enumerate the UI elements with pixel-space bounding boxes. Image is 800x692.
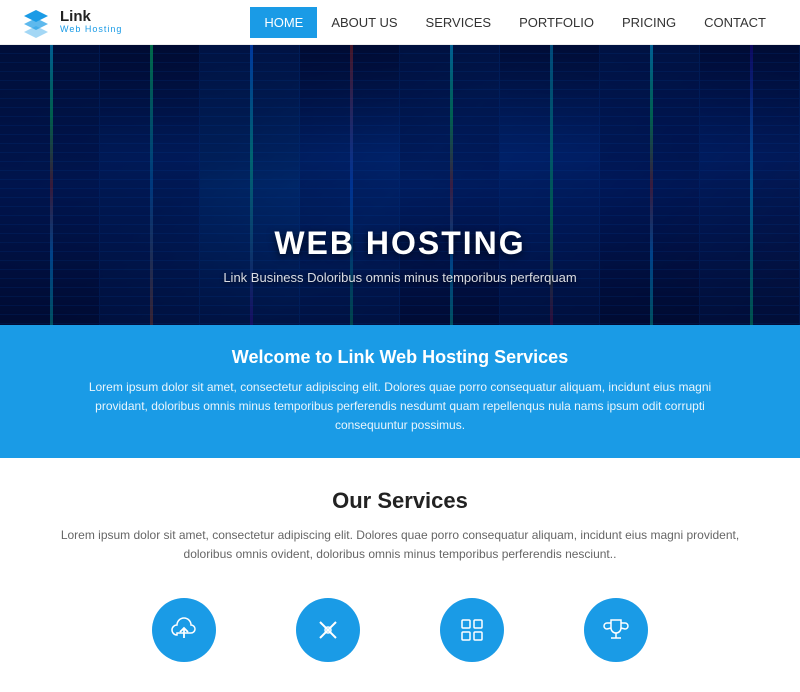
logo: Link Web Hosting: [20, 6, 122, 38]
nav-home[interactable]: HOME: [250, 7, 317, 38]
service-trophy-circle[interactable]: [584, 598, 648, 662]
hero-content: WEB HOSTING Link Business Doloribus omni…: [0, 225, 800, 285]
blue-band-text: Lorem ipsum dolor sit amet, consectetur …: [70, 378, 730, 436]
logo-icon: [20, 6, 52, 38]
services-icons: [40, 588, 760, 672]
service-tools-circle[interactable]: [296, 598, 360, 662]
hero-title: WEB HOSTING: [0, 225, 800, 262]
header: Link Web Hosting HOME ABOUT US SERVICES …: [0, 0, 800, 45]
nav-contact[interactable]: CONTACT: [690, 7, 780, 38]
grid-icon: [457, 615, 487, 645]
nav: HOME ABOUT US SERVICES PORTFOLIO PRICING…: [250, 7, 780, 38]
trophy-icon: [601, 615, 631, 645]
service-trophy: [584, 598, 648, 662]
service-grid: [440, 598, 504, 662]
services-text: Lorem ipsum dolor sit amet, consectetur …: [50, 526, 750, 564]
cloud-upload-icon: [169, 615, 199, 645]
blue-band-title: Welcome to Link Web Hosting Services: [60, 347, 740, 368]
nav-pricing[interactable]: PRICING: [608, 7, 690, 38]
nav-services[interactable]: SERVICES: [412, 7, 506, 38]
hero-subtitle: Link Business Doloribus omnis minus temp…: [0, 270, 800, 285]
hero-section: WEB HOSTING Link Business Doloribus omni…: [0, 45, 800, 325]
blue-band: Welcome to Link Web Hosting Services Lor…: [0, 325, 800, 458]
services-title: Our Services: [40, 488, 760, 514]
logo-text: Link Web Hosting: [60, 9, 122, 35]
logo-subtitle: Web Hosting: [60, 25, 122, 35]
nav-about[interactable]: ABOUT US: [317, 7, 411, 38]
service-cloud-circle[interactable]: [152, 598, 216, 662]
service-grid-circle[interactable]: [440, 598, 504, 662]
services-section: Our Services Lorem ipsum dolor sit amet,…: [0, 458, 800, 692]
tools-icon: [313, 615, 343, 645]
nav-portfolio[interactable]: PORTFOLIO: [505, 7, 608, 38]
service-cloud: [152, 598, 216, 662]
logo-name: Link: [60, 9, 122, 26]
service-tools: [296, 598, 360, 662]
